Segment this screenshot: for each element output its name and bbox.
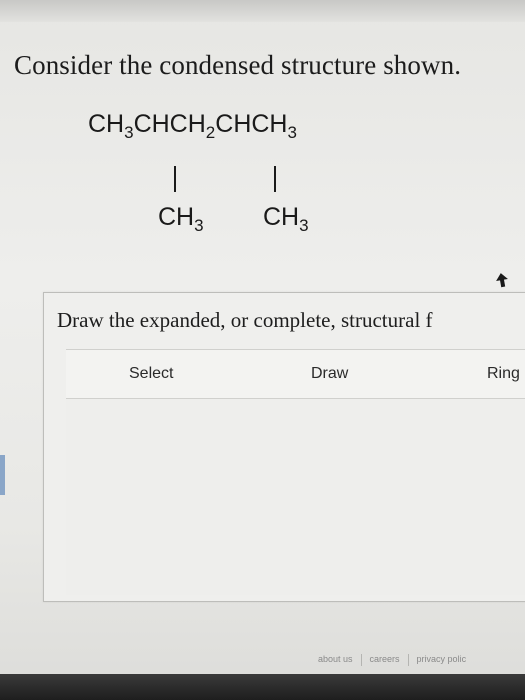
- branch-bond-right: [274, 166, 276, 192]
- footer-divider: [407, 654, 409, 666]
- screen: Consider the condensed structure shown. …: [0, 0, 525, 700]
- mouse-cursor-icon: [496, 273, 508, 288]
- privacy-policy-link[interactable]: privacy polic: [417, 654, 467, 664]
- branch-bond-left: [174, 166, 176, 192]
- branch-subscript: 3: [194, 216, 204, 235]
- drawing-panel: Draw the expanded, or complete, structur…: [43, 292, 525, 602]
- condensed-formula: CH3CHCH2CHCH3: [88, 110, 297, 142]
- branch-subscript: 3: [299, 216, 309, 235]
- formula-subscript: 3: [287, 123, 297, 142]
- branch-methyl-left: CH3: [158, 203, 204, 235]
- branch-ch: CH: [263, 203, 300, 231]
- drawing-toolbar: Select Draw Ring: [66, 349, 525, 399]
- formula-subscript: 3: [124, 123, 134, 142]
- formula-ch: CH: [88, 110, 125, 138]
- formula-chch: CHCH: [215, 110, 288, 138]
- branch-ch: CH: [158, 203, 195, 231]
- drawing-canvas[interactable]: [66, 399, 525, 595]
- branch-methyl-right: CH3: [263, 203, 309, 235]
- top-shadow: [0, 0, 525, 22]
- left-edge-accent: [0, 455, 5, 495]
- careers-link[interactable]: careers: [370, 654, 400, 664]
- about-us-link[interactable]: about us: [318, 654, 353, 664]
- question-title: Consider the condensed structure shown.: [14, 50, 462, 80]
- monitor-bezel: [0, 674, 525, 700]
- rings-tool-button[interactable]: Ring: [487, 365, 520, 383]
- footer-divider: [360, 654, 362, 666]
- drawing-prompt: Draw the expanded, or complete, structur…: [57, 308, 433, 332]
- formula-chch: CHCH: [133, 110, 206, 138]
- draw-tool-button[interactable]: Draw: [311, 365, 348, 383]
- select-tool-button[interactable]: Select: [129, 365, 173, 383]
- footer-links: about us careers privacy polic: [318, 654, 466, 666]
- formula-subscript: 2: [205, 123, 216, 142]
